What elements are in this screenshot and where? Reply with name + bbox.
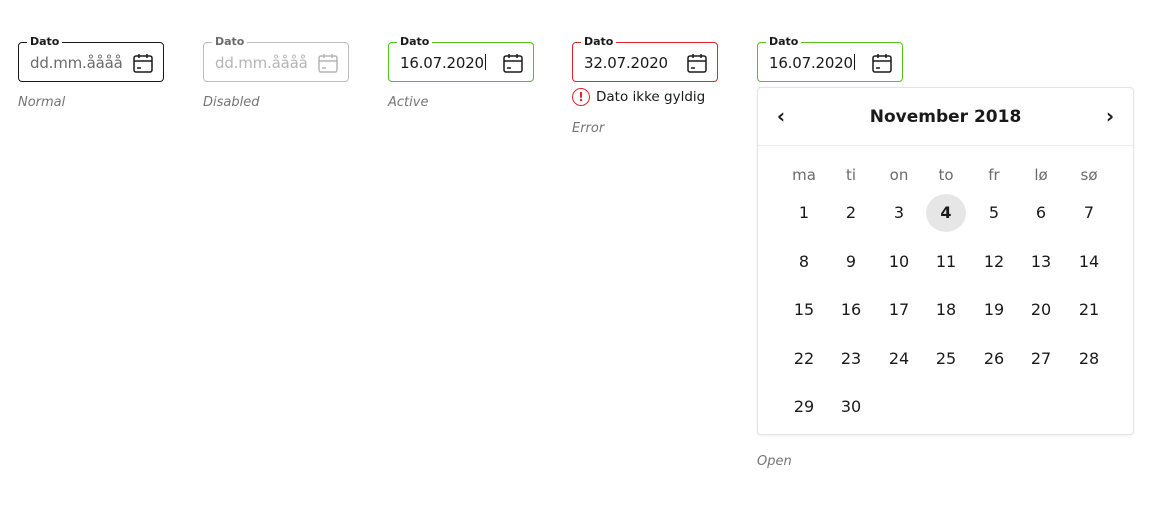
weekday-header: sø: [1080, 166, 1098, 184]
calendar-day[interactable]: 21: [1069, 291, 1109, 329]
date-input-placeholder: dd.mm.åååå: [215, 54, 308, 72]
calendar-day[interactable]: 6: [1021, 194, 1061, 232]
calendar-day[interactable]: 5: [974, 194, 1014, 232]
calendar-day[interactable]: 20: [1021, 291, 1061, 329]
date-input-value[interactable]: 32.07.2020: [584, 53, 668, 73]
state-caption-active: Active: [388, 95, 429, 110]
calendar-day[interactable]: 28: [1069, 340, 1109, 378]
calendar-day[interactable]: 12: [974, 243, 1014, 281]
weekday-header: ma: [792, 166, 816, 184]
date-input-value[interactable]: 16.07.2020: [400, 53, 486, 73]
weekday-header: to: [938, 166, 954, 184]
date-input-placeholder[interactable]: dd.mm.åååå: [30, 53, 123, 73]
state-caption-open: Open: [757, 454, 792, 469]
date-input-text: 16.07.2020: [400, 54, 484, 72]
date-field-error[interactable]: Dato 32.07.2020: [572, 36, 718, 82]
date-input-box[interactable]: Dato 32.07.2020: [572, 36, 718, 82]
calendar-day[interactable]: 10: [879, 243, 919, 281]
date-field-normal[interactable]: Dato dd.mm.åååå: [18, 36, 164, 82]
next-month-button[interactable]: ›: [1098, 104, 1122, 128]
calendar-day[interactable]: 8: [784, 243, 824, 281]
date-input-box[interactable]: Dato 16.07.2020: [757, 36, 903, 82]
text-caret: [484, 54, 486, 70]
field-label: Dato: [27, 36, 63, 48]
calendar-day[interactable]: 4: [926, 194, 966, 232]
calendar-day[interactable]: 29: [784, 388, 824, 426]
date-input-box[interactable]: Dato dd.mm.åååå: [18, 36, 164, 82]
state-caption-disabled: Disabled: [203, 95, 260, 110]
text-caret: [853, 54, 855, 70]
calendar-icon[interactable]: [502, 52, 524, 74]
date-field-active[interactable]: Dato 16.07.2020: [388, 36, 534, 82]
calendar-day[interactable]: 27: [1021, 340, 1061, 378]
calendar-day[interactable]: 14: [1069, 243, 1109, 281]
state-caption-normal: Normal: [18, 95, 66, 110]
error-icon: !: [572, 88, 590, 106]
calendar-day[interactable]: 19: [974, 291, 1014, 329]
field-label: Dato: [212, 36, 248, 48]
calendar-day[interactable]: 24: [879, 340, 919, 378]
weekday-header: on: [889, 166, 909, 184]
calendar-day[interactable]: 25: [926, 340, 966, 378]
error-text: Dato ikke gyldig: [596, 89, 706, 105]
calendar-day[interactable]: 15: [784, 291, 824, 329]
date-input-box: Dato dd.mm.åååå: [203, 36, 349, 82]
weekday-header: lø: [1034, 166, 1048, 184]
field-label: Dato: [581, 36, 617, 48]
calendar-icon[interactable]: [686, 52, 708, 74]
weekday-header: fr: [988, 166, 1000, 184]
calendar-day[interactable]: 30: [831, 388, 871, 426]
calendar-day[interactable]: 17: [879, 291, 919, 329]
calendar-day[interactable]: 7: [1069, 194, 1109, 232]
month-label: November 2018: [869, 107, 1022, 127]
error-message: ! Dato ikke gyldig: [572, 87, 705, 107]
datepicker-divider: [758, 145, 1133, 146]
state-caption-error: Error: [572, 121, 605, 136]
calendar-day[interactable]: 3: [879, 194, 919, 232]
calendar-day[interactable]: 9: [831, 243, 871, 281]
calendar-day[interactable]: 16: [831, 291, 871, 329]
calendar-day[interactable]: 13: [1021, 243, 1061, 281]
date-input-value[interactable]: 16.07.2020: [769, 53, 855, 73]
calendar-icon[interactable]: [871, 52, 893, 74]
weekday-header: ti: [845, 166, 857, 184]
date-input-text: 16.07.2020: [769, 54, 853, 72]
calendar-icon[interactable]: [132, 52, 154, 74]
field-label: Dato: [766, 36, 802, 48]
datepicker-popup: ‹ November 2018 › ma ti on to fr lø sø 1 2 3 4 5 6 7 8…: [757, 87, 1134, 435]
calendar-day[interactable]: 2: [831, 194, 871, 232]
calendar-day[interactable]: 23: [831, 340, 871, 378]
calendar-day[interactable]: 18: [926, 291, 966, 329]
date-field-open[interactable]: Dato 16.07.2020: [757, 36, 903, 82]
chevron-right-icon: ›: [1105, 104, 1115, 128]
calendar-day[interactable]: 22: [784, 340, 824, 378]
date-input-box[interactable]: Dato 16.07.2020: [388, 36, 534, 82]
field-label: Dato: [397, 36, 433, 48]
calendar-icon: [318, 54, 338, 73]
calendar-day[interactable]: 26: [974, 340, 1014, 378]
date-field-disabled: Dato dd.mm.åååå: [203, 36, 349, 82]
calendar-day[interactable]: 1: [784, 194, 824, 232]
calendar-day[interactable]: 11: [926, 243, 966, 281]
